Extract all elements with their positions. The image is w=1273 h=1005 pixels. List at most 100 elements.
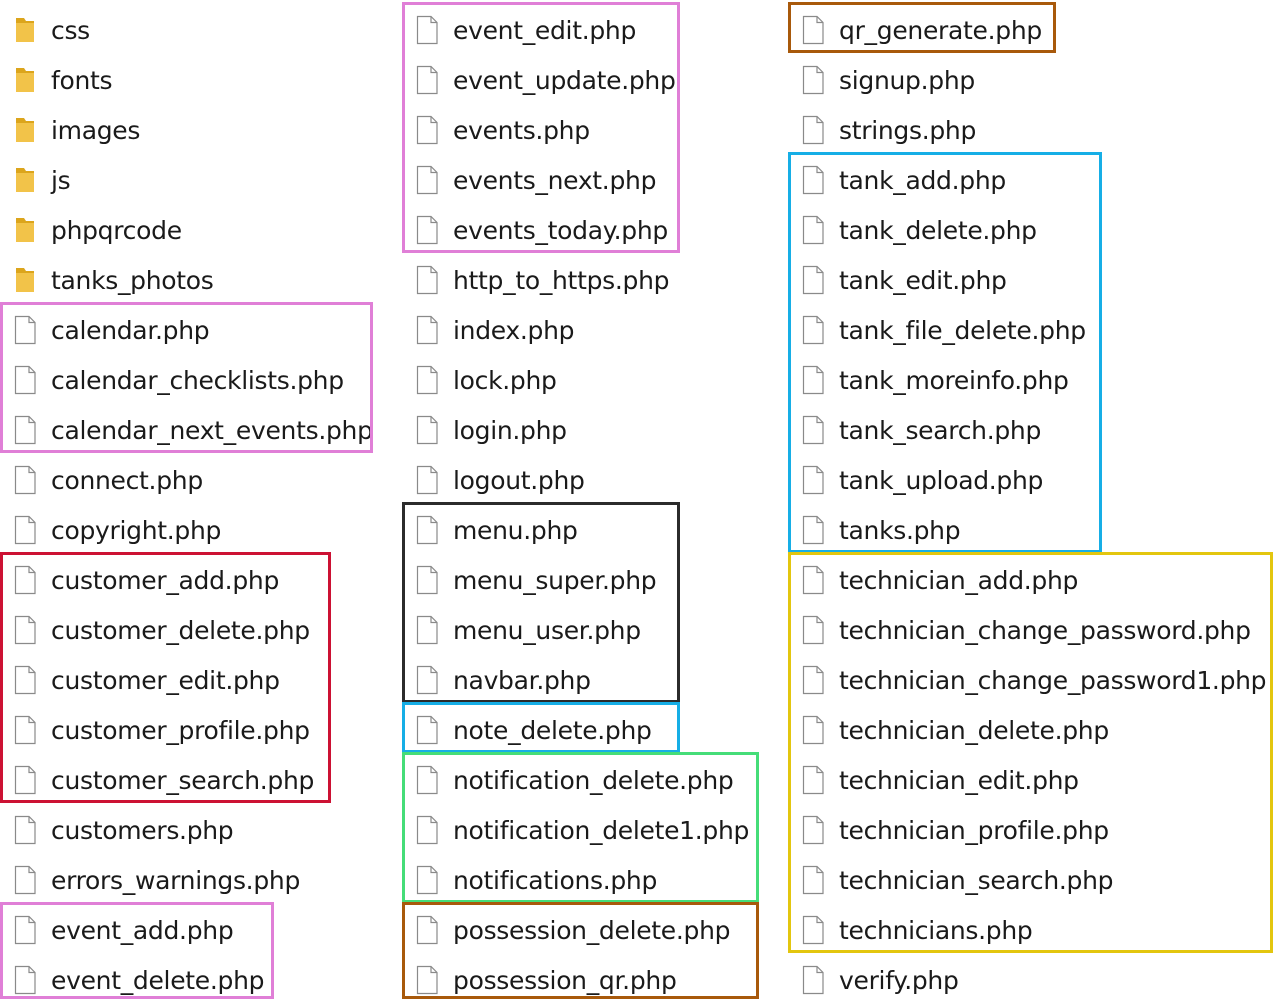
folder-item[interactable]: css	[0, 5, 90, 55]
file-icon	[416, 415, 438, 445]
file-item[interactable]: technician_add.php	[788, 555, 1078, 605]
item-name: index.php	[453, 315, 575, 345]
file-item[interactable]: tank_search.php	[788, 405, 1041, 455]
file-item[interactable]: technician_change_password1.php	[788, 655, 1267, 705]
file-item[interactable]: tank_moreinfo.php	[788, 355, 1069, 405]
file-item[interactable]: customers.php	[0, 805, 234, 855]
file-icon	[802, 115, 824, 145]
file-item[interactable]: technician_profile.php	[788, 805, 1109, 855]
file-item[interactable]: event_add.php	[0, 905, 234, 955]
item-name: tank_delete.php	[839, 215, 1037, 245]
file-item[interactable]: event_update.php	[402, 55, 676, 105]
file-item[interactable]: notification_delete.php	[402, 755, 734, 805]
file-item[interactable]: lock.php	[402, 355, 557, 405]
file-icon	[14, 415, 36, 445]
item-name: css	[51, 15, 90, 45]
item-name: customer_search.php	[51, 765, 315, 795]
file-item[interactable]: errors_warnings.php	[0, 855, 300, 905]
item-name: strings.php	[839, 115, 977, 145]
file-item[interactable]: events_next.php	[402, 155, 656, 205]
file-item[interactable]: connect.php	[0, 455, 203, 505]
file-item[interactable]: calendar.php	[0, 305, 210, 355]
file-item[interactable]: tank_add.php	[788, 155, 1006, 205]
file-item[interactable]: event_delete.php	[0, 955, 265, 1005]
item-name: customer_add.php	[51, 565, 280, 595]
file-item[interactable]: tank_upload.php	[788, 455, 1043, 505]
file-item[interactable]: technician_change_password.php	[788, 605, 1251, 655]
file-item[interactable]: calendar_next_events.php	[0, 405, 373, 455]
file-icon	[416, 915, 438, 945]
file-item[interactable]: http_to_https.php	[402, 255, 670, 305]
file-icon	[416, 565, 438, 595]
folder-item[interactable]: fonts	[0, 55, 113, 105]
file-icon	[802, 15, 824, 45]
file-icon	[14, 615, 36, 645]
file-item[interactable]: technicians.php	[788, 905, 1033, 955]
file-icon	[802, 265, 824, 295]
file-icon	[416, 315, 438, 345]
file-item[interactable]: tanks.php	[788, 505, 961, 555]
item-name: tank_moreinfo.php	[839, 365, 1069, 395]
item-name: errors_warnings.php	[51, 865, 301, 895]
file-item[interactable]: copyright.php	[0, 505, 221, 555]
item-name: notification_delete1.php	[453, 815, 750, 845]
item-name: tank_search.php	[839, 415, 1042, 445]
file-item[interactable]: menu_super.php	[402, 555, 657, 605]
file-item[interactable]: index.php	[402, 305, 575, 355]
item-name: customers.php	[51, 815, 234, 845]
file-icon	[802, 765, 824, 795]
file-icon	[416, 665, 438, 695]
folder-icon	[16, 218, 34, 242]
file-icon	[802, 465, 824, 495]
file-item[interactable]: navbar.php	[402, 655, 591, 705]
file-item[interactable]: tank_delete.php	[788, 205, 1037, 255]
file-icon	[416, 165, 438, 195]
item-name: login.php	[453, 415, 567, 445]
file-item[interactable]: notifications.php	[402, 855, 657, 905]
folder-item[interactable]: tanks_photos	[0, 255, 214, 305]
folder-icon	[16, 168, 34, 192]
file-item[interactable]: event_edit.php	[402, 5, 636, 55]
item-name: qr_generate.php	[839, 15, 1042, 45]
file-item[interactable]: technician_delete.php	[788, 705, 1109, 755]
file-item[interactable]: events.php	[402, 105, 590, 155]
item-name: event_edit.php	[453, 15, 637, 45]
file-item[interactable]: possession_delete.php	[402, 905, 731, 955]
file-item[interactable]: tank_edit.php	[788, 255, 1007, 305]
file-item[interactable]: menu.php	[402, 505, 578, 555]
file-item[interactable]: calendar_checklists.php	[0, 355, 344, 405]
file-item[interactable]: technician_search.php	[788, 855, 1114, 905]
file-item[interactable]: notification_delete1.php	[402, 805, 749, 855]
file-icon	[14, 715, 36, 745]
file-item[interactable]: customer_delete.php	[0, 605, 310, 655]
file-item[interactable]: verify.php	[788, 955, 959, 1005]
file-icon	[14, 365, 36, 395]
file-item[interactable]: note_delete.php	[402, 705, 652, 755]
file-item[interactable]: strings.php	[788, 105, 976, 155]
file-item[interactable]: customer_search.php	[0, 755, 314, 805]
file-icon	[416, 715, 438, 745]
file-icon	[14, 515, 36, 545]
folder-item[interactable]: js	[0, 155, 71, 205]
file-item[interactable]: login.php	[402, 405, 567, 455]
file-item[interactable]: events_today.php	[402, 205, 668, 255]
file-item[interactable]: tank_file_delete.php	[788, 305, 1086, 355]
file-icon	[416, 365, 438, 395]
file-item[interactable]: qr_generate.php	[788, 5, 1042, 55]
file-item[interactable]: customer_add.php	[0, 555, 279, 605]
item-name: notification_delete.php	[453, 765, 734, 795]
file-item[interactable]: signup.php	[788, 55, 975, 105]
folder-item[interactable]: images	[0, 105, 140, 155]
file-icon	[802, 515, 824, 545]
item-name: event_delete.php	[51, 965, 265, 995]
file-icon	[416, 465, 438, 495]
file-icon	[802, 865, 824, 895]
file-item[interactable]: customer_profile.php	[0, 705, 310, 755]
file-item[interactable]: technician_edit.php	[788, 755, 1079, 805]
file-item[interactable]: logout.php	[402, 455, 585, 505]
file-item[interactable]: possession_qr.php	[402, 955, 677, 1005]
file-item[interactable]: menu_user.php	[402, 605, 641, 655]
item-name: phpqrcode	[51, 215, 182, 245]
file-item[interactable]: customer_edit.php	[0, 655, 280, 705]
folder-item[interactable]: phpqrcode	[0, 205, 182, 255]
